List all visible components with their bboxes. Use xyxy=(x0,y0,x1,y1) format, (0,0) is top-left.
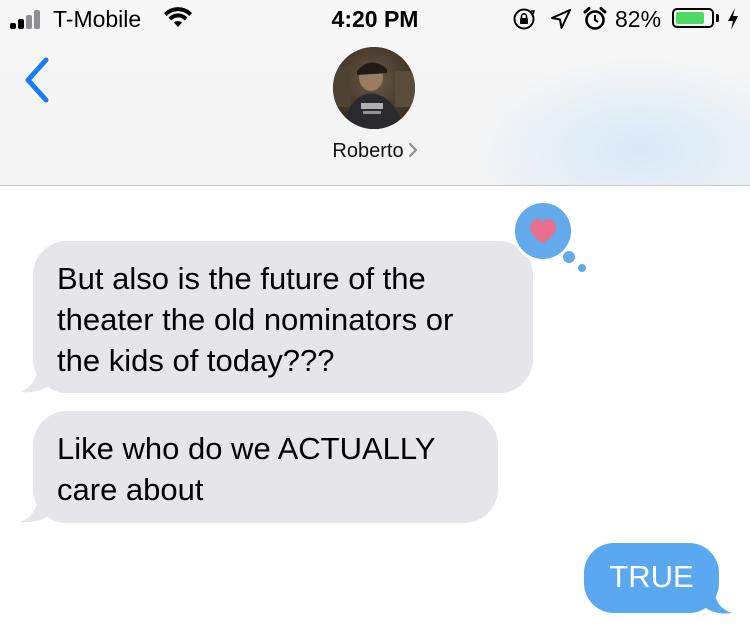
contact-name: Roberto xyxy=(332,140,404,162)
message-line: Like who do we ACTUALLY xyxy=(57,431,436,466)
battery-fill xyxy=(676,12,704,24)
battery-percentage: 82% xyxy=(615,6,662,32)
chevron-left-icon xyxy=(25,57,49,103)
message-line: But also is the future of the xyxy=(57,261,426,296)
conversation-header: T-Mobile 4:20 PM 82% Roberto xyxy=(0,0,750,185)
message-line: care about xyxy=(57,472,204,507)
status-bar: T-Mobile 4:20 PM 82% xyxy=(0,0,750,40)
back-button[interactable] xyxy=(18,56,58,104)
location-icon xyxy=(551,9,571,29)
tapback-heart[interactable] xyxy=(509,198,591,278)
alarm-icon xyxy=(583,7,607,30)
charging-icon xyxy=(728,8,738,30)
message-bubble-incoming[interactable]: Like who do we ACTUALLY care about xyxy=(33,411,498,523)
message-line: TRUE xyxy=(609,559,694,594)
messages-screen: T-Mobile 4:20 PM 82% Roberto But also is… xyxy=(0,0,750,631)
avatar-photo xyxy=(333,47,415,129)
contact-name-button[interactable]: Roberto xyxy=(332,140,417,163)
message-line: the kids of today??? xyxy=(57,343,335,378)
message-line: theater the old nominators or xyxy=(57,302,454,337)
contact-avatar[interactable] xyxy=(333,47,415,129)
contact-name-row: Roberto xyxy=(0,140,750,163)
header-divider xyxy=(0,185,750,186)
header-glow xyxy=(480,60,750,185)
rotation-lock-icon xyxy=(513,8,536,30)
message-bubble-outgoing[interactable]: TRUE xyxy=(584,543,719,613)
chevron-right-icon xyxy=(408,142,417,157)
battery-cap xyxy=(716,14,719,22)
message-bubble-incoming[interactable]: But also is the future of the theater th… xyxy=(33,241,533,393)
battery-icon xyxy=(672,8,714,28)
